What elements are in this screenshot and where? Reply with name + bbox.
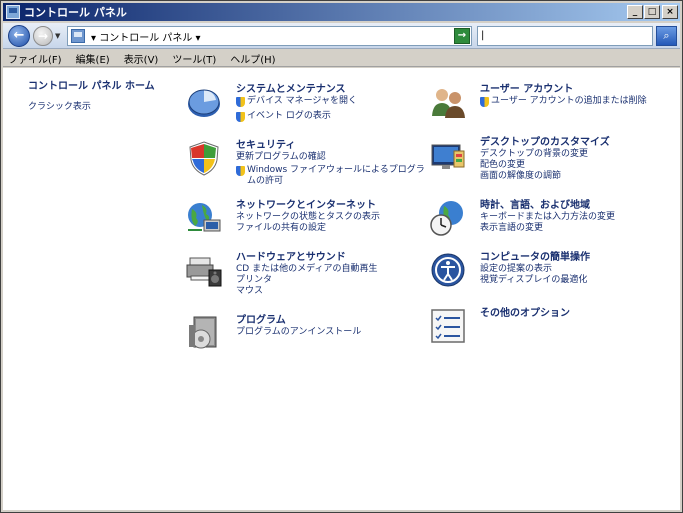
security-shield-icon[interactable]	[186, 140, 222, 176]
menu-bar: ファイル(F) 編集(E) 表示(V) ツール(T) ヘルプ(H)	[3, 50, 680, 67]
content-area: コントロール パネル ホーム クラシック表示 システムとメンテナンス デバイス …	[3, 68, 680, 510]
category-title[interactable]: ハードウェアとサウンド	[236, 252, 426, 264]
category-title[interactable]: セキュリティ	[236, 140, 426, 152]
link-add-remove-user[interactable]: ユーザー アカウントの追加または削除	[480, 96, 670, 107]
recent-pages-dropdown[interactable]: ▼	[55, 32, 60, 40]
minimize-button[interactable]: _	[627, 5, 643, 19]
menu-file[interactable]: ファイル(F)	[8, 51, 62, 66]
menu-edit[interactable]: 編集(E)	[76, 51, 110, 66]
additional-options-icon[interactable]	[430, 308, 466, 344]
link-adjust-resolution[interactable]: 画面の解像度の調節	[480, 171, 670, 182]
link-suggested-settings[interactable]: 設定の提案の表示	[480, 264, 670, 275]
sidebar-classic-view-link[interactable]: クラシック表示	[28, 99, 155, 112]
search-icon: ⌕	[663, 29, 670, 42]
sidebar: コントロール パネル ホーム クラシック表示	[28, 77, 155, 112]
go-arrow-icon[interactable]: →	[454, 28, 470, 44]
category-title[interactable]: ユーザー アカウント	[480, 84, 670, 96]
menu-tools[interactable]: ツール(T)	[172, 51, 216, 66]
desktop-customize-icon[interactable]	[430, 137, 466, 173]
category-title[interactable]: プログラム	[236, 315, 426, 327]
control-panel-icon	[71, 29, 85, 43]
search-input[interactable]: |	[477, 26, 653, 46]
window-title: コントロール パネル	[24, 6, 127, 19]
address-bar: ← → ▼ ▾ コントロール パネル ▾ ▼ → | ⌕	[3, 23, 680, 49]
uac-shield-icon	[236, 97, 245, 107]
link-change-color-scheme[interactable]: 配色の変更	[480, 160, 670, 171]
control-panel-window: コントロール パネル _ □ × ← → ▼ ▾ コントロール パネル ▾ ▼ …	[0, 0, 683, 513]
breadcrumb[interactable]: ▾ コントロール パネル ▾	[91, 29, 201, 44]
system-maintenance-icon[interactable]	[186, 84, 222, 120]
search-button[interactable]: ⌕	[656, 26, 677, 46]
category-title[interactable]: システムとメンテナンス	[236, 84, 426, 96]
user-accounts-icon[interactable]	[430, 84, 466, 120]
ease-of-access-icon[interactable]	[430, 252, 466, 288]
link-printers[interactable]: プリンタ	[236, 275, 426, 286]
link-change-background[interactable]: デスクトップの背景の変更	[480, 149, 670, 160]
control-panel-icon	[6, 5, 20, 19]
menu-view[interactable]: 表示(V)	[124, 51, 159, 66]
link-change-keyboard[interactable]: キーボードまたは入力方法の変更	[480, 212, 670, 223]
category-title[interactable]: ネットワークとインターネット	[236, 200, 426, 212]
link-event-log[interactable]: イベント ログの表示	[236, 111, 426, 122]
programs-icon[interactable]	[186, 315, 222, 351]
sidebar-home-link[interactable]: コントロール パネル ホーム	[28, 77, 155, 92]
address-field[interactable]: ▾ コントロール パネル ▾ ▼	[67, 26, 472, 46]
uac-shield-icon	[236, 112, 245, 122]
clock-language-region-icon[interactable]	[430, 200, 466, 236]
link-change-display-language[interactable]: 表示言語の変更	[480, 223, 670, 234]
uac-shield-icon	[480, 97, 489, 107]
uac-shield-icon	[236, 166, 245, 176]
forward-button[interactable]: →	[33, 26, 53, 46]
back-arrow-icon: ←	[13, 28, 25, 43]
category-title[interactable]: その他のオプション	[480, 308, 670, 320]
forward-arrow-icon: →	[37, 29, 49, 43]
link-firewall-allow[interactable]: Windows ファイアウォールによるプログラムの許可	[236, 165, 426, 187]
link-optimize-display[interactable]: 視覚ディスプレイの最適化	[480, 275, 670, 286]
link-autoplay[interactable]: CD または他のメディアの自動再生	[236, 264, 426, 275]
maximize-button[interactable]: □	[644, 5, 660, 19]
link-network-status[interactable]: ネットワークの状態とタスクの表示	[236, 212, 426, 223]
title-bar[interactable]: コントロール パネル _ □ ×	[3, 3, 680, 21]
category-title[interactable]: 時計、言語、および地域	[480, 200, 670, 212]
menu-help[interactable]: ヘルプ(H)	[230, 51, 275, 66]
hardware-sound-icon[interactable]	[186, 252, 222, 288]
category-title[interactable]: コンピュータの簡単操作	[480, 252, 670, 264]
category-title[interactable]: デスクトップのカスタマイズ	[480, 137, 670, 149]
link-file-sharing[interactable]: ファイルの共有の設定	[236, 223, 426, 234]
link-check-updates[interactable]: 更新プログラムの確認	[236, 152, 426, 163]
link-device-manager[interactable]: デバイス マネージャを開く	[236, 96, 426, 107]
link-mouse[interactable]: マウス	[236, 286, 426, 297]
back-button[interactable]: ←	[8, 25, 30, 47]
close-button[interactable]: ×	[662, 5, 678, 19]
network-internet-icon[interactable]	[186, 200, 222, 236]
link-uninstall-program[interactable]: プログラムのアンインストール	[236, 327, 426, 338]
